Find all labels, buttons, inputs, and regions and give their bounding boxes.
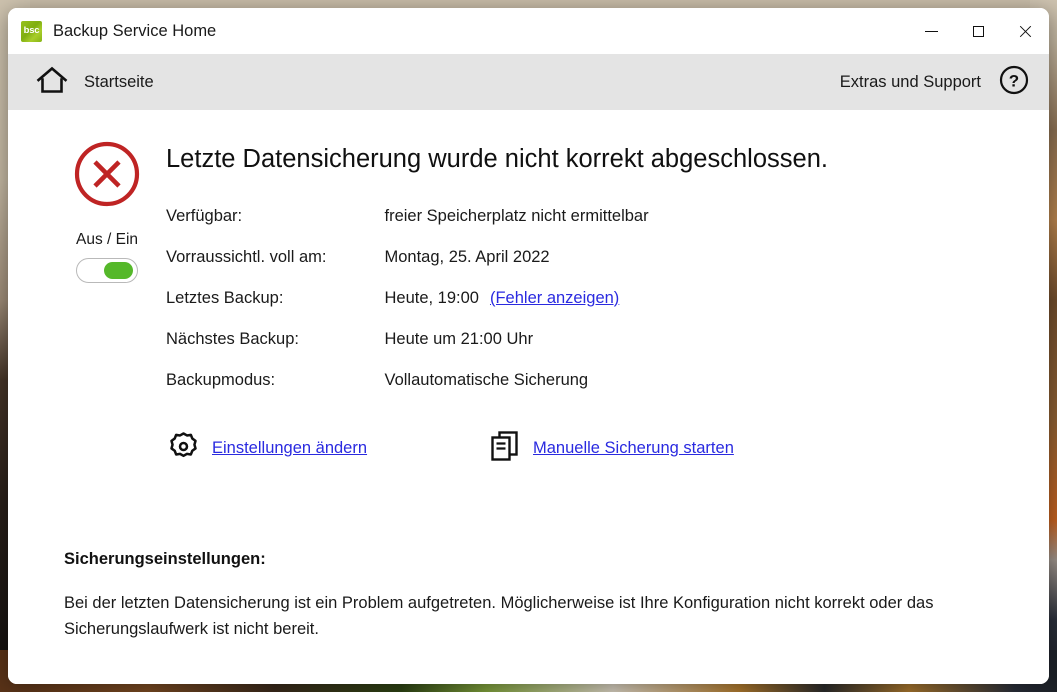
home-nav-label: Startseite <box>84 72 154 91</box>
detail-label: Backupmodus: <box>166 371 276 389</box>
app-logo-icon: bsc <box>21 20 42 42</box>
settings-notes-section: Sicherungseinstellungen: Bei der letzten… <box>64 550 1003 642</box>
detail-value-cell: Vollautomatische Sicherung <box>384 371 648 412</box>
detail-label: Nächstes Backup: <box>166 330 299 348</box>
error-circle-x-icon <box>66 140 148 213</box>
notes-title: Sicherungseinstellungen: <box>64 550 266 568</box>
detail-value: Vollautomatische Sicherung <box>384 371 589 389</box>
backup-details-table: Verfügbar: freier Speicherplatz nicht er… <box>166 207 649 412</box>
title-bar: bsc Backup Service Home <box>8 8 1049 54</box>
close-button[interactable] <box>1002 8 1049 54</box>
gear-icon <box>168 431 199 467</box>
detail-value-cell: freier Speicherplatz nicht ermittelbar <box>384 207 648 248</box>
detail-value: freier Speicherplatz nicht ermittelbar <box>384 207 649 225</box>
copy-documents-icon <box>490 430 520 467</box>
detail-label: Verfügbar: <box>166 207 243 225</box>
detail-value-cell: Heute um 21:00 Uhr <box>384 330 648 371</box>
action-links: Einstellungen ändern Manuelle Sicherung … <box>168 430 734 467</box>
table-row: Nächstes Backup: Heute um 21:00 Uhr <box>166 330 649 371</box>
table-row: Letztes Backup: Heute, 19:00 (Fehler anze… <box>166 289 649 330</box>
support-nav-button[interactable]: Extras und Support ? <box>840 65 1029 100</box>
help-circle-icon[interactable]: ? <box>999 65 1029 100</box>
maximize-button[interactable] <box>955 8 1002 54</box>
svg-text:?: ? <box>1009 71 1019 90</box>
window-title: Backup Service Home <box>53 21 217 40</box>
detail-value: Heute um 21:00 Uhr <box>384 330 534 348</box>
toggle-knob <box>104 262 133 279</box>
home-nav-button[interactable]: Startseite <box>36 66 154 99</box>
minimize-button[interactable] <box>908 8 955 54</box>
table-row: Vorraussichtl. voll am: Montag, 25. Apri… <box>166 248 649 289</box>
notes-text: Bei der letzten Datensicherung ist ein P… <box>64 594 934 638</box>
detail-value: Heute, 19:00 <box>384 289 479 307</box>
change-settings-action[interactable]: Einstellungen ändern <box>168 431 490 467</box>
detail-value-cell: Montag, 25. April 2022 <box>384 248 648 289</box>
detail-value: Montag, 25. April 2022 <box>384 248 550 266</box>
table-row: Verfügbar: freier Speicherplatz nicht er… <box>166 207 649 248</box>
maximize-icon <box>973 25 984 37</box>
table-row: Backupmodus: Vollautomatische Sicherung <box>166 371 649 412</box>
power-toggle-switch[interactable] <box>76 258 138 283</box>
show-error-link[interactable]: (Fehler anzeigen) <box>490 289 619 307</box>
close-icon <box>1018 24 1033 39</box>
page-title: Letzte Datensicherung wurde nicht korrek… <box>166 145 828 173</box>
manual-backup-link[interactable]: Manuelle Sicherung starten <box>533 439 734 458</box>
manual-backup-action[interactable]: Manuelle Sicherung starten <box>490 430 734 467</box>
window-controls <box>908 8 1049 54</box>
detail-label: Vorraussichtl. voll am: <box>166 248 327 266</box>
detail-value-cell: Heute, 19:00 (Fehler anzeigen) <box>384 289 648 330</box>
minimize-icon <box>925 30 938 32</box>
app-logo-text: bsc <box>23 25 40 37</box>
power-column: Aus / Ein <box>66 140 148 283</box>
support-label: Extras und Support <box>839 72 981 91</box>
change-settings-link[interactable]: Einstellungen ändern <box>212 439 367 458</box>
power-toggle-label: Aus / Ein <box>75 231 139 248</box>
home-icon <box>36 66 68 99</box>
app-window: bsc Backup Service Home Startseite Extra… <box>8 8 1049 684</box>
navigation-toolbar: Startseite Extras und Support ? <box>8 54 1049 110</box>
detail-label: Letztes Backup: <box>166 289 284 307</box>
main-content: Aus / Ein Letzte Datensicherung wurde ni… <box>8 110 1049 684</box>
